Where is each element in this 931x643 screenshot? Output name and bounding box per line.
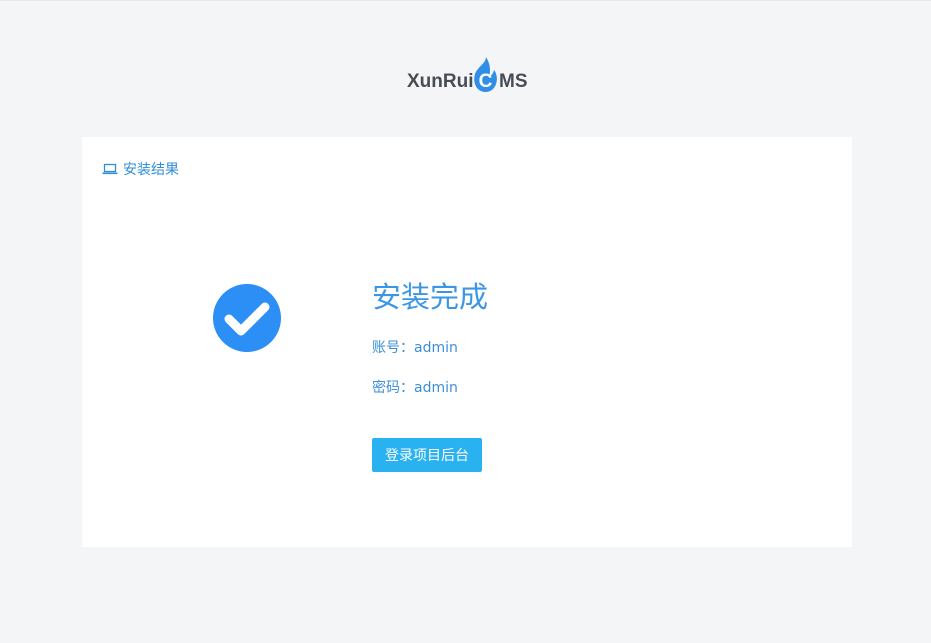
install-result-card: 安装结果 安装完成 账号：admin 密码：admin 登录项目后台: [82, 137, 852, 547]
account-info: 账号：admin: [372, 340, 458, 356]
logo-text-left: XunRui: [407, 71, 474, 92]
xunruicms-logo: XunRui C MS: [406, 56, 530, 96]
password-info: 密码：admin: [372, 380, 458, 396]
check-circle-icon: [213, 284, 281, 352]
logo-letter-c: C: [479, 71, 493, 92]
login-admin-button[interactable]: 登录项目后台: [372, 438, 482, 472]
install-complete-title: 安装完成: [372, 280, 489, 314]
flame-logo-icon: C: [474, 57, 497, 92]
logo-text-right: MS: [499, 71, 528, 92]
top-divider: [0, 0, 931, 1]
card-title: 安装结果: [123, 162, 179, 178]
laptop-icon: [102, 163, 118, 175]
card-header: 安装结果: [102, 159, 179, 179]
